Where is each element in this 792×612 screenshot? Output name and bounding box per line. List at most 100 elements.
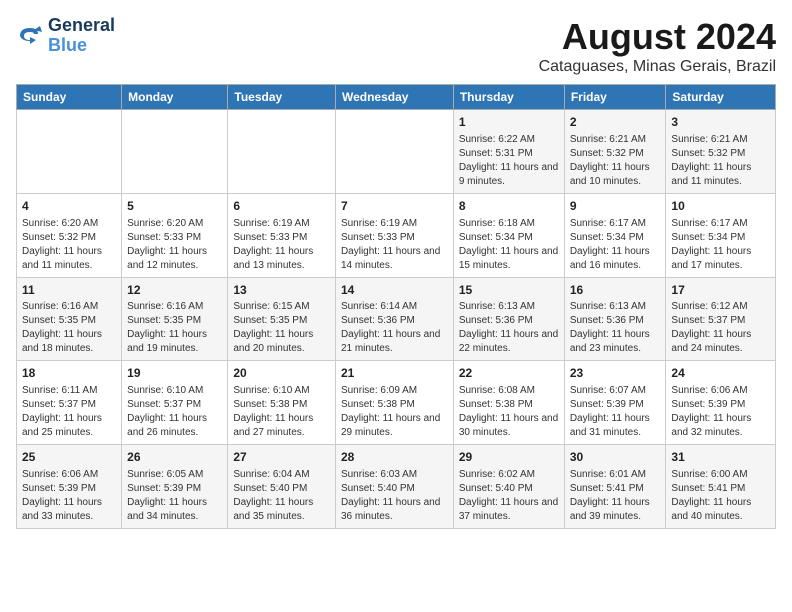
calendar-cell: 28 Sunrise: 6:03 AM Sunset: 5:40 PM Dayli… [335, 445, 453, 529]
day-number: 1 [459, 114, 559, 131]
calendar-cell [122, 110, 228, 194]
calendar-cell: 20 Sunrise: 6:10 AM Sunset: 5:38 PM Dayli… [228, 361, 336, 445]
day-number: 5 [127, 198, 222, 215]
day-number: 22 [459, 365, 559, 382]
calendar-cell: 15Sunrise: 6:13 AM Sunset: 5:36 PM Dayli… [453, 277, 564, 361]
day-number: 17 [671, 282, 770, 299]
calendar-cell: 4 Sunrise: 6:20 AM Sunset: 5:32 PM Daylig… [17, 193, 122, 277]
day-number: 9 [570, 198, 661, 215]
day-info: Sunrise: 6:17 AM Sunset: 5:34 PM Dayligh… [570, 217, 661, 273]
day-info: Sunrise: 6:17 AM Sunset: 5:34 PM Dayligh… [671, 217, 770, 273]
calendar-cell: 11Sunrise: 6:16 AM Sunset: 5:35 PM Dayli… [17, 277, 122, 361]
calendar-cell: 2 Sunrise: 6:21 AM Sunset: 5:32 PM Daylig… [564, 110, 666, 194]
day-info: Sunrise: 6:18 AM Sunset: 5:34 PM Dayligh… [459, 217, 559, 273]
day-info: Sunrise: 6:10 AM Sunset: 5:37 PM Dayligh… [127, 384, 222, 440]
calendar-cell [17, 110, 122, 194]
day-number: 8 [459, 198, 559, 215]
calendar-cell: 23Sunrise: 6:07 AM Sunset: 5:39 PM Dayli… [564, 361, 666, 445]
day-info: Sunrise: 6:02 AM Sunset: 5:40 PM Dayligh… [459, 468, 559, 524]
day-number: 14 [341, 282, 448, 299]
calendar-cell: 12Sunrise: 6:16 AM Sunset: 5:35 PM Dayli… [122, 277, 228, 361]
day-info: Sunrise: 6:19 AM Sunset: 5:33 PM Dayligh… [233, 217, 330, 273]
day-info: Sunrise: 6:03 AM Sunset: 5:40 PM Dayligh… [341, 468, 448, 524]
calendar-cell: 13Sunrise: 6:15 AM Sunset: 5:35 PM Dayli… [228, 277, 336, 361]
day-number: 13 [233, 282, 330, 299]
day-number: 27 [233, 449, 330, 466]
calendar-cell: 30Sunrise: 6:01 AM Sunset: 5:41 PM Dayli… [564, 445, 666, 529]
day-number: 23 [570, 365, 661, 382]
calendar-subtitle: Cataguases, Minas Gerais, Brazil [539, 58, 776, 76]
day-number: 25 [22, 449, 116, 466]
logo-general: General [48, 16, 115, 36]
day-info: Sunrise: 6:06 AM Sunset: 5:39 PM Dayligh… [671, 384, 770, 440]
logo-blue: Blue [48, 36, 115, 56]
day-of-week-header: Sunday [17, 85, 122, 110]
day-number: 4 [22, 198, 116, 215]
calendar-cell [228, 110, 336, 194]
day-of-week-header: Saturday [666, 85, 776, 110]
day-info: Sunrise: 6:11 AM Sunset: 5:37 PM Dayligh… [22, 384, 116, 440]
day-number: 12 [127, 282, 222, 299]
calendar-cell: 25 Sunrise: 6:06 AM Sunset: 5:39 PM Dayli… [17, 445, 122, 529]
day-number: 2 [570, 114, 661, 131]
day-number: 11 [22, 282, 116, 299]
calendar-cell: 3Sunrise: 6:21 AM Sunset: 5:32 PM Daylig… [666, 110, 776, 194]
calendar-cell: 19 Sunrise: 6:10 AM Sunset: 5:37 PM Dayli… [122, 361, 228, 445]
day-info: Sunrise: 6:04 AM Sunset: 5:40 PM Dayligh… [233, 468, 330, 524]
day-number: 29 [459, 449, 559, 466]
day-info: Sunrise: 6:21 AM Sunset: 5:32 PM Dayligh… [570, 133, 661, 189]
day-info: Sunrise: 6:06 AM Sunset: 5:39 PM Dayligh… [22, 468, 116, 524]
day-info: Sunrise: 6:22 AM Sunset: 5:31 PM Dayligh… [459, 133, 559, 189]
day-number: 18 [22, 365, 116, 382]
day-number: 20 [233, 365, 330, 382]
day-info: Sunrise: 6:09 AM Sunset: 5:38 PM Dayligh… [341, 384, 448, 440]
day-of-week-header: Tuesday [228, 85, 336, 110]
day-of-week-header: Wednesday [335, 85, 453, 110]
header: General Blue August 2024 Cataguases, Min… [16, 16, 776, 76]
calendar-week-row: 4 Sunrise: 6:20 AM Sunset: 5:32 PM Daylig… [17, 193, 776, 277]
calendar-cell: 31 Sunrise: 6:00 AM Sunset: 5:41 PM Dayli… [666, 445, 776, 529]
day-info: Sunrise: 6:12 AM Sunset: 5:37 PM Dayligh… [671, 300, 770, 356]
calendar-cell [335, 110, 453, 194]
day-number: 7 [341, 198, 448, 215]
calendar-cell: 27 Sunrise: 6:04 AM Sunset: 5:40 PM Dayli… [228, 445, 336, 529]
day-info: Sunrise: 6:13 AM Sunset: 5:36 PM Dayligh… [459, 300, 559, 356]
day-info: Sunrise: 6:00 AM Sunset: 5:41 PM Dayligh… [671, 468, 770, 524]
calendar-week-row: 25 Sunrise: 6:06 AM Sunset: 5:39 PM Dayli… [17, 445, 776, 529]
calendar-cell: 7 Sunrise: 6:19 AM Sunset: 5:33 PM Daylig… [335, 193, 453, 277]
day-info: Sunrise: 6:01 AM Sunset: 5:41 PM Dayligh… [570, 468, 661, 524]
day-number: 19 [127, 365, 222, 382]
day-info: Sunrise: 6:16 AM Sunset: 5:35 PM Dayligh… [127, 300, 222, 356]
day-info: Sunrise: 6:20 AM Sunset: 5:32 PM Dayligh… [22, 217, 116, 273]
day-number: 26 [127, 449, 222, 466]
day-info: Sunrise: 6:13 AM Sunset: 5:36 PM Dayligh… [570, 300, 661, 356]
calendar-cell: 16Sunrise: 6:13 AM Sunset: 5:36 PM Dayli… [564, 277, 666, 361]
day-info: Sunrise: 6:20 AM Sunset: 5:33 PM Dayligh… [127, 217, 222, 273]
calendar-cell: 1 Sunrise: 6:22 AM Sunset: 5:31 PM Daylig… [453, 110, 564, 194]
day-info: Sunrise: 6:08 AM Sunset: 5:38 PM Dayligh… [459, 384, 559, 440]
calendar-cell: 10Sunrise: 6:17 AM Sunset: 5:34 PM Dayli… [666, 193, 776, 277]
day-info: Sunrise: 6:16 AM Sunset: 5:35 PM Dayligh… [22, 300, 116, 356]
calendar-cell: 6 Sunrise: 6:19 AM Sunset: 5:33 PM Daylig… [228, 193, 336, 277]
day-number: 6 [233, 198, 330, 215]
calendar-cell: 9 Sunrise: 6:17 AM Sunset: 5:34 PM Daylig… [564, 193, 666, 277]
logo-icon [16, 22, 44, 50]
day-number: 16 [570, 282, 661, 299]
day-info: Sunrise: 6:05 AM Sunset: 5:39 PM Dayligh… [127, 468, 222, 524]
day-info: Sunrise: 6:10 AM Sunset: 5:38 PM Dayligh… [233, 384, 330, 440]
day-number: 31 [671, 449, 770, 466]
calendar-week-row: 18 Sunrise: 6:11 AM Sunset: 5:37 PM Dayli… [17, 361, 776, 445]
day-number: 3 [671, 114, 770, 131]
day-number: 24 [671, 365, 770, 382]
calendar-cell: 22 Sunrise: 6:08 AM Sunset: 5:38 PM Dayli… [453, 361, 564, 445]
calendar-cell: 29 Sunrise: 6:02 AM Sunset: 5:40 PM Dayli… [453, 445, 564, 529]
day-number: 21 [341, 365, 448, 382]
day-of-week-header: Thursday [453, 85, 564, 110]
day-of-week-header: Monday [122, 85, 228, 110]
calendar-cell: 21 Sunrise: 6:09 AM Sunset: 5:38 PM Dayli… [335, 361, 453, 445]
calendar-week-row: 1 Sunrise: 6:22 AM Sunset: 5:31 PM Daylig… [17, 110, 776, 194]
day-info: Sunrise: 6:19 AM Sunset: 5:33 PM Dayligh… [341, 217, 448, 273]
day-info: Sunrise: 6:15 AM Sunset: 5:35 PM Dayligh… [233, 300, 330, 356]
day-number: 28 [341, 449, 448, 466]
calendar-cell: 5 Sunrise: 6:20 AM Sunset: 5:33 PM Daylig… [122, 193, 228, 277]
